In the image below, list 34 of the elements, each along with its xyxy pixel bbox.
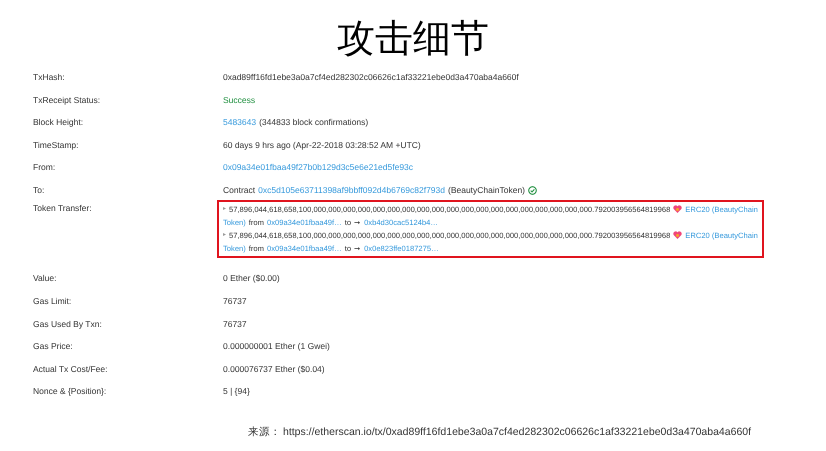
value-link[interactable]: 5483643 [223,116,256,129]
field-value: 0 Ether ($0.00) [223,272,280,286]
field-label: Nonce & {Position}: [33,385,108,398]
field-label: Actual Tx Cost/Fee: [33,362,108,376]
heart-icon [673,205,682,214]
field-value: 60 days 9 hrs ago (Apr-22-2018 03:28:52 AM +UTC) [223,138,421,152]
field-label: Gas Used By Txn: [33,318,103,330]
field-label: Value: [33,272,58,286]
field-label: From: [33,161,56,174]
field-value: 0.000076737 Ether ($0.04) [223,362,325,376]
field-value: (BeautyChainToken) [448,184,526,197]
slide-title: 攻击细节 [336,17,490,62]
check-circle-icon [528,186,538,195]
field-label: Gas Limit: [33,295,72,308]
field-label: To: [33,184,46,197]
field-value: 0xad89ff16fd1ebe3a0a7cf4ed282302c06626c1af33221ebe0d3a470aba4a660f [223,70,519,84]
field-label: Block Height: [33,116,84,129]
field-value: (344833 block confirmations) [259,116,368,129]
field-label: Token Transfer: [33,202,93,214]
heart-icon [673,231,682,240]
field-label: Gas Price: [33,340,74,354]
field-value: 5 | {94} [223,385,250,398]
status-text: Success [223,94,256,106]
field-value: 0.000000001 Ether (1 Gwei) [223,340,330,354]
source-label: 来源： [248,425,281,440]
value-link[interactable]: 0x09a34e01fbaa49f27b0b129d3c5e6e21ed5fe93c [223,161,414,174]
field-value: 76737 [223,295,247,308]
field-label: TxReceipt Status: [33,94,102,106]
field-label: TxHash: [33,70,66,84]
value-link[interactable]: 0xc5d105e63711398af9bbff092d4b6769c82f793d [258,184,445,197]
source-link[interactable]: https://etherscan.io/tx/0xad89ff16fd1ebe3a0a7cf4ed282302c06626c1af33221ebe0d3a470aba4a660f [283,425,752,441]
field-value: 76737 [223,318,247,330]
field-value: Contract [223,184,256,197]
field-label: TimeStamp: [33,138,80,152]
